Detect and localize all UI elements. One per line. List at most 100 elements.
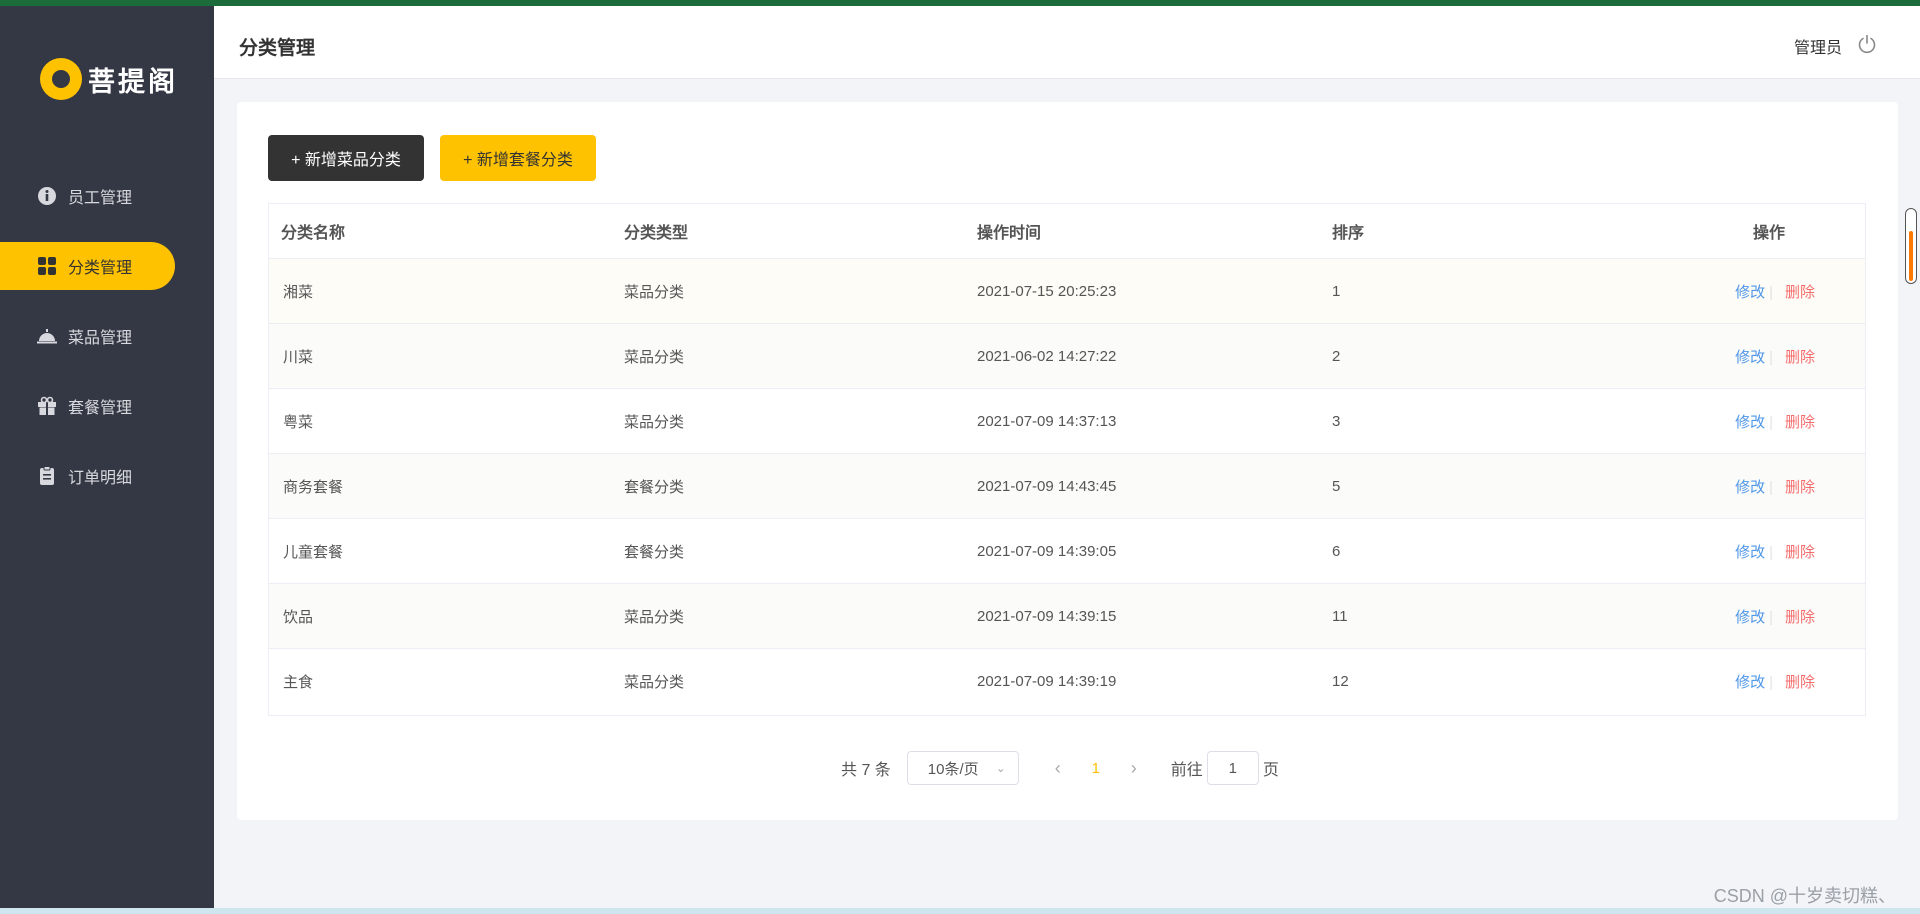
pagination: 共 7 条 10条/页 ⌄ ‹ 1 › 前往 页 bbox=[841, 751, 1279, 785]
edit-link[interactable]: 修改 bbox=[1735, 674, 1765, 691]
delete-link[interactable]: 删除 bbox=[1785, 609, 1815, 626]
delete-link[interactable]: 删除 bbox=[1785, 674, 1815, 691]
cell-name: 川菜 bbox=[283, 348, 314, 366]
cell-name: 商务套餐 bbox=[283, 478, 344, 496]
cell-sort: 12 bbox=[1332, 673, 1349, 690]
cell-name: 湘菜 bbox=[283, 283, 314, 301]
dish-cover-icon bbox=[36, 325, 58, 347]
gift-icon bbox=[36, 395, 58, 417]
page-size-value: 10条/页 bbox=[927, 760, 979, 778]
clipboard-icon bbox=[36, 465, 58, 487]
power-icon[interactable] bbox=[1856, 33, 1878, 55]
cell-actions: 修改 | 删除 bbox=[1684, 346, 1865, 367]
cell-time: 2021-07-09 14:43:45 bbox=[977, 477, 1117, 495]
delete-link[interactable]: 删除 bbox=[1785, 544, 1815, 561]
prev-page-button[interactable]: ‹ bbox=[1043, 758, 1073, 779]
cell-actions: 修改 | 删除 bbox=[1684, 281, 1865, 302]
cell-name: 主食 bbox=[283, 674, 314, 691]
cell-actions: 修改 | 删除 bbox=[1684, 411, 1865, 432]
cell-name: 饮品 bbox=[283, 608, 314, 626]
logo-icon bbox=[40, 58, 82, 100]
edit-link[interactable]: 修改 bbox=[1735, 544, 1765, 561]
table-row: 饮品 菜品分类 2021-07-09 14:39:15 11 修改 | 删除 bbox=[269, 584, 1865, 649]
sidebar: 菩提阁 员工管理 分类管理 菜品管理 套餐管理 订单明细 bbox=[0, 6, 214, 908]
divider: | bbox=[1769, 283, 1773, 301]
cell-type: 套餐分类 bbox=[624, 543, 685, 561]
add-setmeal-category-button[interactable]: + 新增套餐分类 bbox=[440, 135, 596, 181]
sidebar-item-category[interactable]: 分类管理 bbox=[0, 242, 175, 290]
table-row: 主食 菜品分类 2021-07-09 14:39:19 12 修改 | 删除 bbox=[269, 649, 1865, 714]
edit-link[interactable]: 修改 bbox=[1735, 479, 1765, 496]
sidebar-item-orders[interactable]: 订单明细 bbox=[0, 452, 214, 500]
sidebar-item-label: 订单明细 bbox=[68, 470, 133, 487]
cell-type: 菜品分类 bbox=[624, 283, 685, 301]
divider: | bbox=[1769, 608, 1773, 626]
next-page-button[interactable]: › bbox=[1119, 758, 1149, 779]
cell-time: 2021-07-09 14:39:19 bbox=[977, 673, 1117, 690]
divider: | bbox=[1769, 478, 1773, 496]
scrollbar-thumb[interactable] bbox=[1909, 231, 1913, 281]
column-header-sort: 排序 bbox=[1332, 225, 1365, 242]
edit-link[interactable]: 修改 bbox=[1735, 609, 1765, 626]
edit-link[interactable]: 修改 bbox=[1735, 349, 1765, 366]
column-header-name: 分类名称 bbox=[281, 225, 346, 242]
goto-suffix: 页 bbox=[1262, 762, 1279, 779]
sidebar-menu: 员工管理 分类管理 菜品管理 套餐管理 订单明细 bbox=[0, 172, 214, 522]
sidebar-item-label: 套餐管理 bbox=[68, 400, 133, 417]
info-icon bbox=[36, 185, 58, 207]
cell-name: 儿童套餐 bbox=[283, 543, 344, 561]
sidebar-item-dish[interactable]: 菜品管理 bbox=[0, 312, 214, 360]
edit-link[interactable]: 修改 bbox=[1735, 414, 1765, 431]
divider: | bbox=[1769, 674, 1773, 691]
cell-type: 菜品分类 bbox=[624, 348, 685, 366]
content-card: + 新增菜品分类 + 新增套餐分类 分类名称 分类类型 操作时间 排序 操作 湘… bbox=[237, 102, 1898, 820]
page-size-select[interactable]: 10条/页 ⌄ bbox=[906, 751, 1019, 785]
divider: | bbox=[1769, 348, 1773, 366]
sidebar-item-label: 员工管理 bbox=[68, 190, 133, 207]
cell-sort: 5 bbox=[1332, 477, 1341, 495]
cell-type: 菜品分类 bbox=[624, 413, 685, 431]
add-dish-category-button[interactable]: + 新增菜品分类 bbox=[268, 135, 424, 181]
sidebar-item-setmeal[interactable]: 套餐管理 bbox=[0, 382, 214, 430]
cell-actions: 修改 | 删除 bbox=[1684, 541, 1865, 562]
cell-time: 2021-07-09 14:39:05 bbox=[977, 542, 1117, 560]
table-row: 川菜 菜品分类 2021-06-02 14:27:22 2 修改 | 删除 bbox=[269, 324, 1865, 389]
cell-time: 2021-07-09 14:37:13 bbox=[977, 412, 1117, 430]
page-number[interactable]: 1 bbox=[1073, 760, 1119, 777]
delete-link[interactable]: 删除 bbox=[1785, 479, 1815, 496]
delete-link[interactable]: 删除 bbox=[1785, 284, 1815, 301]
total-count: 共 7 条 bbox=[841, 762, 891, 779]
cell-time: 2021-07-15 20:25:23 bbox=[977, 282, 1117, 300]
edit-link[interactable]: 修改 bbox=[1735, 284, 1765, 301]
page-scrollbar[interactable] bbox=[1905, 208, 1917, 284]
delete-link[interactable]: 删除 bbox=[1785, 349, 1815, 366]
cell-type: 套餐分类 bbox=[624, 478, 685, 496]
table-row: 商务套餐 套餐分类 2021-07-09 14:43:45 5 修改 | 删除 bbox=[269, 454, 1865, 519]
cell-actions: 修改 | 删除 bbox=[1684, 606, 1865, 627]
cell-type: 菜品分类 bbox=[624, 674, 685, 691]
cell-sort: 11 bbox=[1332, 607, 1348, 625]
cell-sort: 1 bbox=[1332, 282, 1341, 300]
sidebar-item-employee[interactable]: 员工管理 bbox=[0, 172, 214, 220]
goto-page-input[interactable] bbox=[1206, 751, 1259, 785]
top-header: 分类管理 管理员 bbox=[214, 6, 1920, 79]
grid-icon bbox=[36, 255, 58, 277]
bottom-bar bbox=[0, 908, 1920, 914]
table-row: 湘菜 菜品分类 2021-07-15 20:25:23 1 修改 | 删除 bbox=[269, 259, 1865, 324]
logo: 菩提阁 bbox=[40, 58, 178, 100]
delete-link[interactable]: 删除 bbox=[1785, 414, 1815, 431]
cell-actions: 修改 | 删除 bbox=[1684, 671, 1865, 692]
sidebar-item-label: 分类管理 bbox=[68, 260, 133, 277]
cell-type: 菜品分类 bbox=[624, 608, 685, 626]
cell-time: 2021-07-09 14:39:15 bbox=[977, 607, 1117, 625]
goto-label: 前往 bbox=[1170, 762, 1203, 779]
table-header: 分类名称 分类类型 操作时间 排序 操作 bbox=[269, 204, 1865, 259]
user-name[interactable]: 管理员 bbox=[1794, 34, 1842, 58]
cell-sort: 6 bbox=[1332, 542, 1341, 560]
table-row: 儿童套餐 套餐分类 2021-07-09 14:39:05 6 修改 | 删除 bbox=[269, 519, 1865, 584]
sidebar-item-label: 菜品管理 bbox=[68, 330, 133, 347]
divider: | bbox=[1769, 543, 1773, 561]
table-row: 粤菜 菜品分类 2021-07-09 14:37:13 3 修改 | 删除 bbox=[269, 389, 1865, 454]
page-title: 分类管理 bbox=[239, 38, 316, 59]
divider: | bbox=[1769, 413, 1773, 431]
